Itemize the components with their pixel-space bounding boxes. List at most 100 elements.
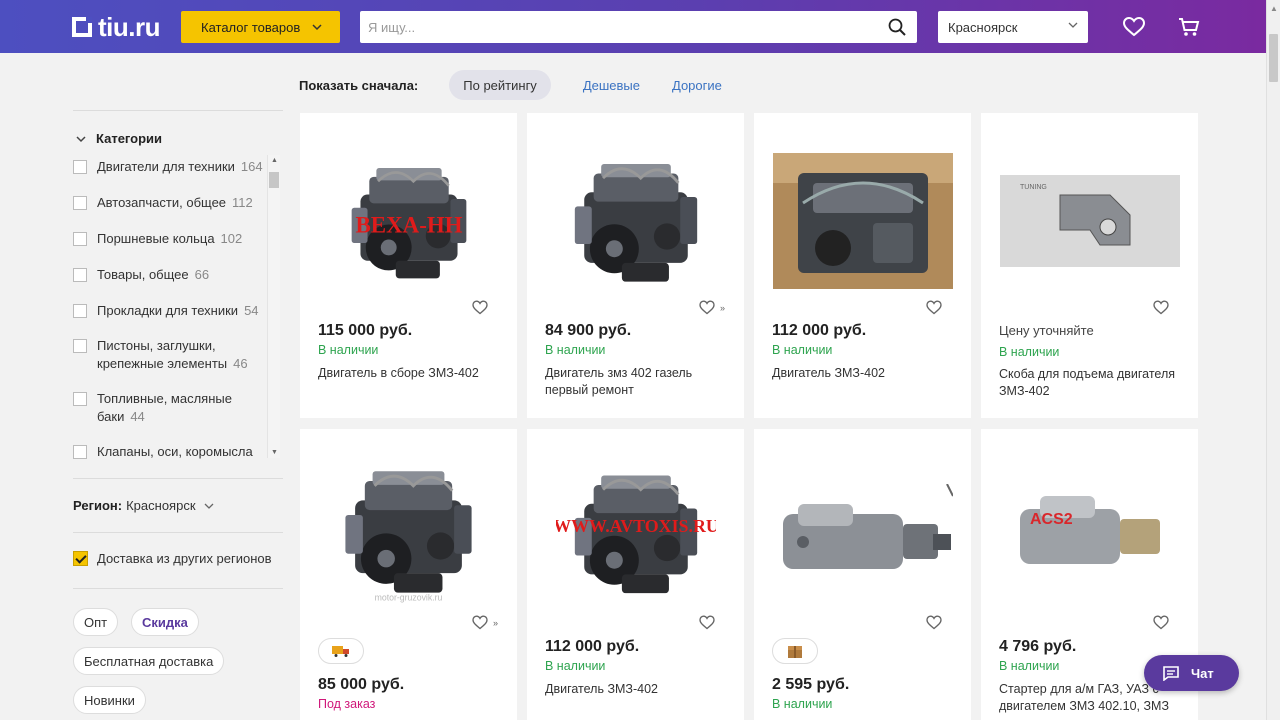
favorite-icon[interactable]	[926, 615, 942, 630]
product-title[interactable]: Двигатель в сборе ЗМЗ-402	[318, 365, 503, 382]
chip-new[interactable]: Новинки	[73, 686, 146, 714]
more-icon[interactable]: »	[493, 618, 498, 628]
catalog-button[interactable]: Каталог товаров	[181, 11, 340, 43]
category-label: Топливные, масляные баки	[97, 391, 232, 424]
sort-by-rating[interactable]: По рейтингу	[449, 70, 551, 100]
logo-text: tiu.ru	[98, 11, 161, 42]
category-item[interactable]: Прокладки для техники 54	[73, 302, 268, 320]
more-icon[interactable]: »	[720, 303, 725, 313]
chip-discount[interactable]: Скидка	[131, 608, 199, 636]
product-image[interactable]	[772, 484, 953, 594]
category-item[interactable]: Поршневые кольца 102	[73, 230, 268, 248]
product-title[interactable]: Двигатель ЗМЗ-402	[545, 681, 730, 698]
favorite-icon[interactable]	[926, 300, 942, 315]
product-card[interactable]: ВЕХА-НН 115 000 руб. В наличии Двигатель…	[300, 113, 517, 418]
chat-button[interactable]: Чат	[1144, 655, 1239, 691]
chip-label: Новинки	[84, 692, 135, 708]
categories-scrollbar[interactable]: ▲ ▼	[267, 155, 280, 458]
product-card[interactable]: WWW.AVTOXIS.RU 112 000 руб. В наличии Дв…	[527, 429, 744, 720]
category-label: Пистоны, заглушки, крепежные элементы	[97, 338, 228, 371]
search-input[interactable]	[360, 11, 870, 43]
image-watermark: motor-gruzovik.ru	[375, 592, 443, 602]
checkbox-checked[interactable]	[73, 551, 88, 566]
region-select[interactable]: Красноярск	[938, 11, 1088, 43]
category-label: Товары, общее	[97, 267, 189, 282]
image-watermark: TUNING	[1020, 184, 1047, 191]
category-item[interactable]: Автозапчасти, общее 112	[73, 194, 268, 212]
checkbox[interactable]	[73, 160, 87, 174]
product-card[interactable]: 2 595 руб. В наличии	[754, 429, 971, 720]
scroll-down-icon[interactable]: ▼	[271, 449, 278, 456]
product-price: 112 000 руб.	[772, 322, 867, 339]
product-image[interactable]: ВЕХА-НН	[318, 141, 499, 301]
category-item[interactable]: Товары, общее 66	[73, 266, 268, 284]
stock-status: В наличии	[772, 697, 833, 711]
product-card[interactable]: » 84 900 руб. В наличии Двигатель змз 40…	[527, 113, 744, 418]
product-title[interactable]: Двигатель змз 402 газель первый ремонт	[545, 365, 715, 399]
chip-free-delivery[interactable]: Бесплатная доставка	[73, 647, 225, 675]
favorite-icon[interactable]	[472, 615, 488, 630]
cart-icon[interactable]	[1178, 16, 1200, 38]
product-image[interactable]: ACS2	[999, 484, 1180, 594]
filters-sidebar: Категории Двигатели для техники 164 Автоз…	[73, 53, 283, 720]
product-image[interactable]: WWW.AVTOXIS.RU	[545, 454, 726, 609]
category-count: 112	[232, 195, 253, 210]
image-watermark: ACS2	[1030, 511, 1073, 528]
page-scrollbar-thumb[interactable]	[1269, 34, 1278, 82]
divider	[73, 532, 283, 533]
price-on-request: Цену уточняйте	[999, 323, 1094, 338]
category-item[interactable]: Топливные, масляные баки 44	[73, 390, 265, 426]
checkbox[interactable]	[73, 304, 87, 318]
chip-label: Скидка	[142, 614, 188, 630]
sort-expensive[interactable]: Дорогие	[672, 78, 722, 93]
product-image[interactable]: motor-gruzovik.ru	[318, 444, 499, 614]
category-item[interactable]: Двигатели для техники 164	[73, 158, 268, 176]
categories-title: Категории	[96, 131, 163, 146]
starter-photo	[782, 484, 953, 569]
engine-image: ВЕХА-НН	[349, 166, 468, 280]
bracket-photo: TUNING	[999, 175, 1180, 267]
favorite-icon[interactable]	[472, 300, 488, 315]
product-image[interactable]	[545, 133, 726, 308]
package-badge	[772, 638, 818, 664]
favorite-icon[interactable]	[699, 300, 715, 315]
region-filter[interactable]: Регион: Красноярск	[73, 498, 214, 513]
starter-photo: ACS2	[1019, 496, 1160, 564]
chevron-down-icon	[76, 135, 86, 142]
checkbox[interactable]	[73, 268, 87, 282]
favorites-icon[interactable]	[1123, 17, 1145, 37]
checkbox[interactable]	[73, 339, 87, 353]
chip-label: Опт	[84, 614, 108, 630]
region-select-value: Красноярск	[948, 19, 1018, 35]
search-icon[interactable]	[888, 18, 906, 36]
favorite-icon[interactable]	[1153, 615, 1169, 630]
product-image[interactable]	[772, 153, 953, 289]
scroll-up-icon[interactable]: ▲	[1270, 4, 1278, 13]
page-scrollbar[interactable]: ▲	[1266, 0, 1280, 720]
chip-wholesale[interactable]: Опт	[73, 608, 119, 636]
product-card[interactable]: TUNING Цену уточняйте В наличии Скоба дл…	[981, 113, 1198, 418]
categories-toggle[interactable]: Категории	[76, 131, 162, 146]
divider	[73, 110, 283, 111]
site-logo[interactable]: tiu.ru	[72, 11, 161, 42]
delivery-other-regions[interactable]: Доставка из других регионов	[73, 551, 272, 566]
delivery-label: Доставка из других регионов	[97, 551, 272, 566]
product-card[interactable]: 112 000 руб. В наличии Двигатель ЗМЗ-402	[754, 113, 971, 418]
product-card[interactable]: motor-gruzovik.ru » 85 000 руб. Под зака…	[300, 429, 517, 720]
checkbox[interactable]	[73, 445, 87, 459]
categories-scrollbar-thumb[interactable]	[269, 172, 279, 188]
product-title[interactable]: Двигатель ЗМЗ-402	[772, 365, 957, 382]
checkbox[interactable]	[73, 196, 87, 210]
product-title[interactable]: Скоба для подъема двигателя ЗМЗ-402	[999, 366, 1184, 400]
favorite-icon[interactable]	[1153, 300, 1169, 315]
category-item[interactable]: Клапаны, оси, коромысла	[73, 443, 268, 459]
category-label: Клапаны, оси, коромысла	[97, 444, 253, 459]
category-item[interactable]: Пистоны, заглушки, крепежные элементы 46	[73, 337, 258, 373]
scroll-up-icon[interactable]: ▲	[271, 157, 278, 164]
sort-cheap[interactable]: Дешевые	[583, 78, 640, 93]
product-image[interactable]: TUNING	[999, 175, 1180, 267]
checkbox[interactable]	[73, 232, 87, 246]
checkbox[interactable]	[73, 392, 87, 406]
favorite-icon[interactable]	[699, 615, 715, 630]
chevron-down-icon	[312, 24, 322, 31]
